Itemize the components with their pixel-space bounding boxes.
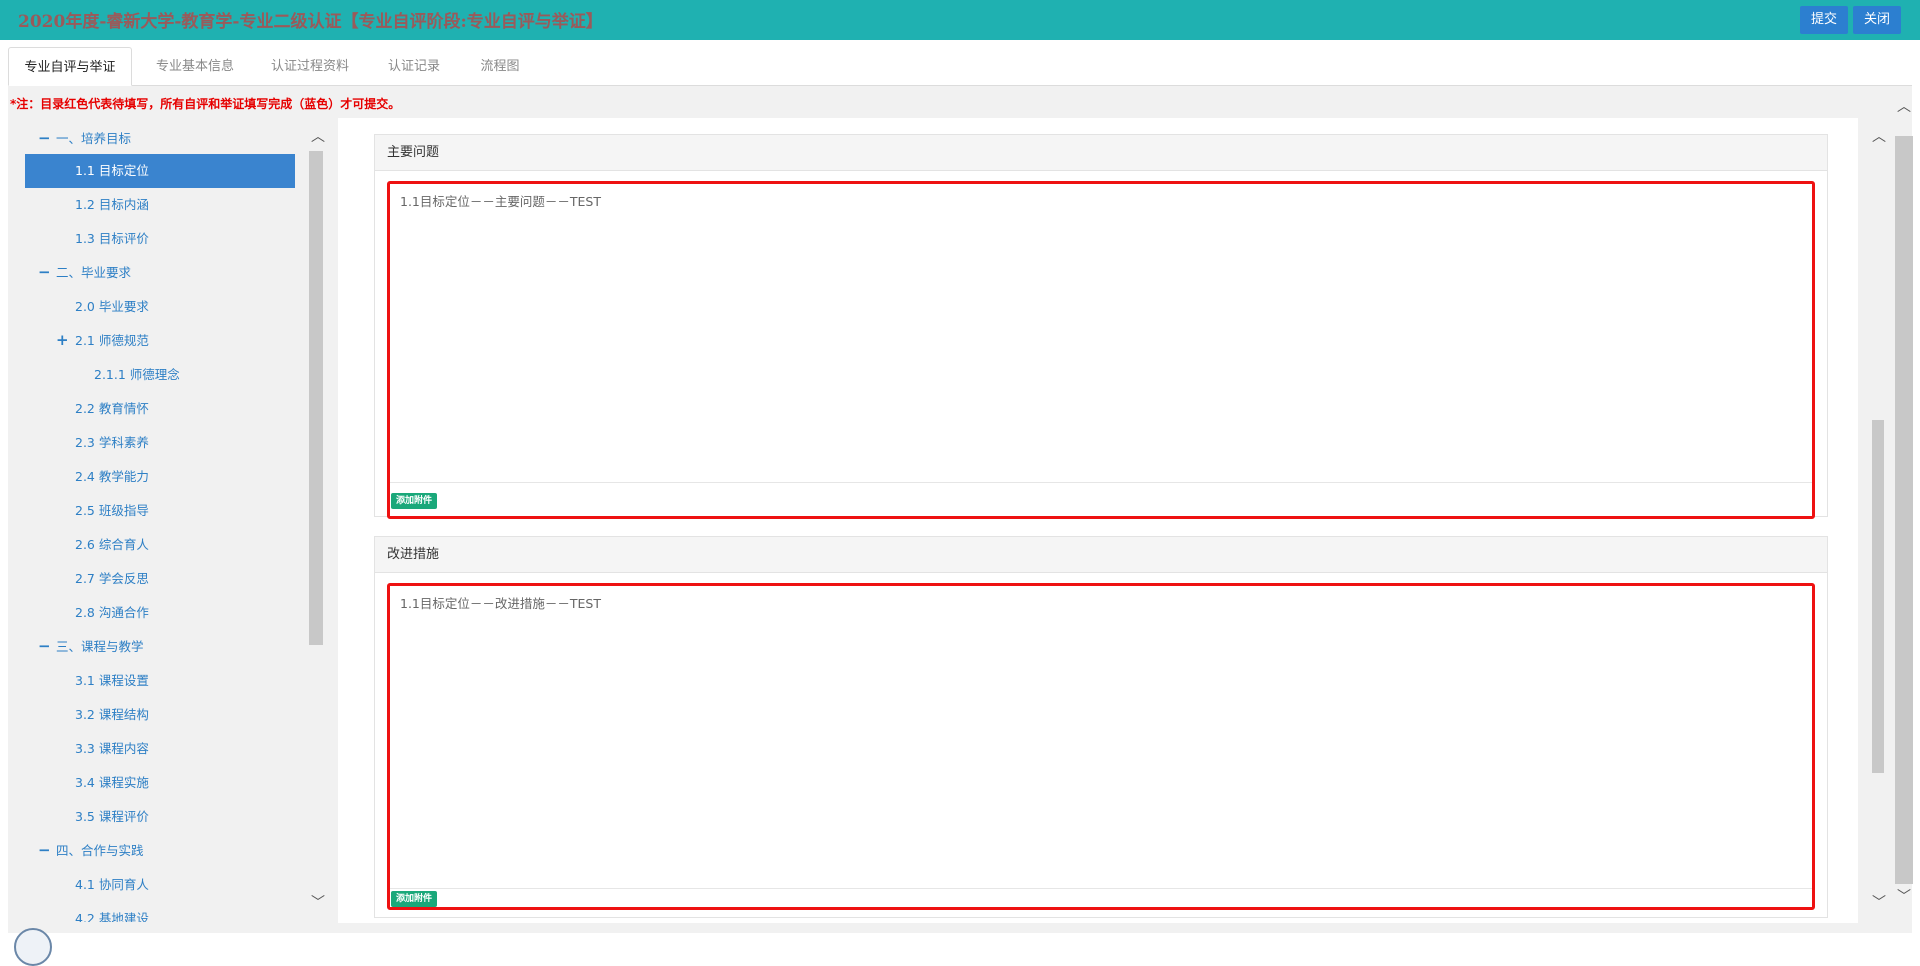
content-scrollbar[interactable]: ︿ ﹀ [1872, 130, 1886, 910]
minus-icon[interactable]: − [38, 833, 51, 867]
tree-item-3-2[interactable]: 3.2 课程结构 [75, 698, 149, 732]
improvement-measures-panel: 改进措施 1.1目标定位－－改进措施－－TEST 添加附件 [374, 536, 1828, 918]
catalog-tree: − 一、培养目标 1.1 目标定位 1.2 目标内涵 1.3 目标评价 − 二、… [8, 122, 298, 922]
chevron-up-icon[interactable]: ︿ [311, 130, 325, 144]
editor-text[interactable]: 1.1目标定位－－主要问题－－TEST [400, 191, 601, 210]
tree-item-2-3[interactable]: 2.3 学科素养 [75, 426, 149, 460]
editor-divider [390, 482, 1812, 483]
main-issues-panel: 主要问题 1.1目标定位－－主要问题－－TEST 添加附件 [374, 134, 1828, 519]
tab-self-evaluation[interactable]: 专业自评与举证 [8, 47, 132, 86]
submit-button[interactable]: 提交 [1800, 6, 1848, 34]
close-button[interactable]: 关闭 [1853, 6, 1901, 34]
add-attachment-button[interactable]: 添加附件 [391, 493, 438, 509]
tree-item-1-1[interactable]: 1.1 目标定位 [25, 154, 295, 188]
tree-item-2-8[interactable]: 2.8 沟通合作 [75, 596, 149, 630]
tree-item-2-7[interactable]: 2.7 学会反思 [75, 562, 149, 596]
tree-item-2-4[interactable]: 2.4 教学能力 [75, 460, 149, 494]
university-logo [14, 928, 52, 966]
tree-scrollbar[interactable]: ︿ ﹀ [309, 130, 325, 910]
chevron-up-icon[interactable]: ︿ [1872, 130, 1886, 144]
app-header: 2020年度-睿新大学-教育学-专业二级认证【专业自评阶段:专业自评与举证】 提… [0, 0, 1920, 40]
chevron-down-icon[interactable]: ﹀ [1872, 896, 1886, 910]
plus-icon[interactable]: + [56, 323, 69, 357]
tree-node-label: 2.1 师德规范 [75, 333, 149, 348]
tree-item-2-2[interactable]: 2.2 教育情怀 [75, 392, 149, 426]
tree-item-2-5[interactable]: 2.5 班级指导 [75, 494, 149, 528]
main-issues-editor[interactable]: 1.1目标定位－－主要问题－－TEST 添加附件 [387, 181, 1815, 519]
tab-basic-info[interactable]: 专业基本信息 [145, 47, 245, 86]
tree-node-label: 三、课程与教学 [56, 639, 144, 654]
editor-text[interactable]: 1.1目标定位－－改进措施－－TEST [400, 593, 601, 612]
tree-node-label: 一、培养目标 [56, 131, 132, 146]
tree-item-4-1[interactable]: 4.1 协同育人 [75, 868, 149, 902]
tree-node-label: 二、毕业要求 [56, 265, 132, 280]
page-scroll-thumb[interactable] [1895, 136, 1913, 884]
minus-icon[interactable]: − [38, 629, 51, 663]
tree-item-1-3[interactable]: 1.3 目标评价 [75, 222, 149, 256]
panel-title: 改进措施 [375, 537, 1827, 573]
tree-item-3-5[interactable]: 3.5 课程评价 [75, 800, 149, 834]
tree-item-2-0[interactable]: 2.0 毕业要求 [75, 290, 149, 324]
tree-item-2-1-1[interactable]: 2.1.1 师德理念 [94, 358, 180, 392]
chevron-down-icon[interactable]: ﹀ [311, 896, 325, 910]
tree-item-4-2[interactable]: 4.2 基地建设 [75, 902, 149, 922]
tab-flowchart[interactable]: 流程图 [465, 47, 535, 86]
tree-item-3-1[interactable]: 3.1 课程设置 [75, 664, 149, 698]
tree-item-3-3[interactable]: 3.3 课程内容 [75, 732, 149, 766]
tree-item-2-6[interactable]: 2.6 综合育人 [75, 528, 149, 562]
chevron-up-icon[interactable]: ︿ [1897, 100, 1911, 114]
page-scrollbar[interactable]: ︿ ﹀ [1895, 100, 1913, 922]
tab-records[interactable]: 认证记录 [378, 47, 450, 86]
editor-divider [390, 888, 1812, 889]
content-area: 主要问题 1.1目标定位－－主要问题－－TEST 添加附件 改进措施 1.1目标… [338, 118, 1858, 923]
tab-process-materials[interactable]: 认证过程资料 [260, 47, 360, 86]
tree-scroll-thumb[interactable] [309, 151, 323, 645]
minus-icon[interactable]: − [38, 255, 51, 289]
tree-item-1-2[interactable]: 1.2 目标内涵 [75, 188, 149, 222]
tree-node-label: 四、合作与实践 [56, 843, 144, 858]
panel-title: 主要问题 [375, 135, 1827, 171]
page-title: 2020年度-睿新大学-教育学-专业二级认证【专业自评阶段:专业自评与举证】 [18, 12, 603, 32]
add-attachment-button[interactable]: 添加附件 [391, 891, 438, 907]
tab-bar: 专业自评与举证 专业基本信息 认证过程资料 认证记录 流程图 [0, 40, 1920, 86]
chevron-down-icon[interactable]: ﹀ [1897, 890, 1911, 904]
content-scroll-thumb[interactable] [1872, 420, 1884, 773]
instruction-note: *注：目录红色代表待填写，所有自评和举证填写完成（蓝色）才可提交。 [10, 97, 401, 111]
tree-item-3-4[interactable]: 3.4 课程实施 [75, 766, 149, 800]
improvement-measures-editor[interactable]: 1.1目标定位－－改进措施－－TEST 添加附件 [387, 583, 1815, 910]
minus-icon[interactable]: − [38, 122, 51, 155]
